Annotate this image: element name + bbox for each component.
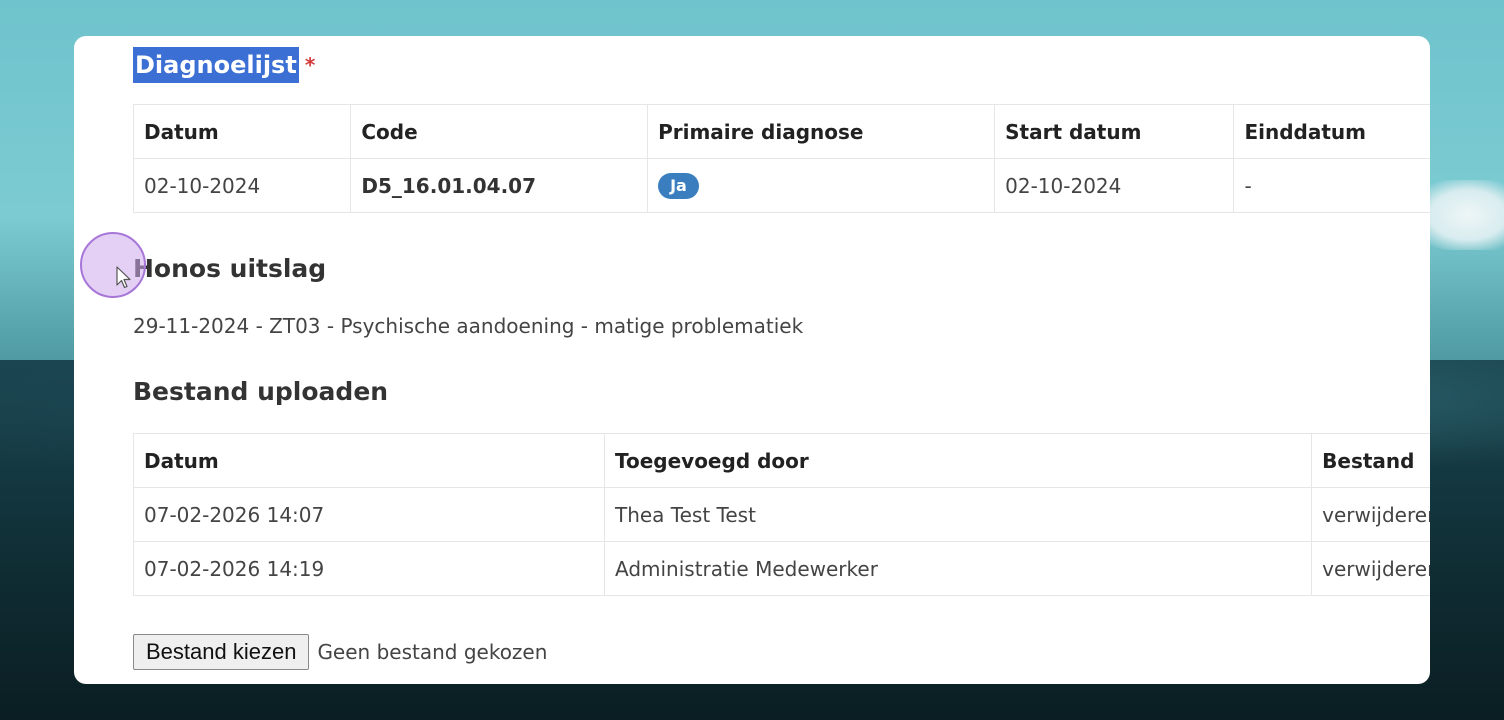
honos-title: Honos uitslag <box>133 254 327 283</box>
cell-primaire: Ja <box>647 158 996 213</box>
choose-file-button[interactable]: Bestand kiezen <box>133 634 310 670</box>
content-panel: Diagnoelijst * Datum Code Primaire diagn… <box>74 36 1430 684</box>
table-row: 07-02-2026 14:19 Administratie Medewerke… <box>133 541 1430 596</box>
header-primaire-diagnose[interactable]: Primaire diagnose <box>647 104 996 159</box>
cell-toegevoegd-door: Administratie Medewerker <box>603 541 1313 596</box>
diagnosis-title-row: Diagnoelijst * <box>133 46 315 84</box>
no-file-label: Geen bestand gekozen <box>317 640 548 664</box>
header-bestand[interactable]: Bestand <box>1311 433 1430 488</box>
diagnosis-header-row: Datum Code Primaire diagnose Start datum… <box>132 104 1430 159</box>
upload-title: Bestand uploaden <box>133 377 389 406</box>
cell-datum: 07-02-2026 14:07 <box>133 487 605 542</box>
cell-code: D5_16.01.04.07 <box>350 158 649 213</box>
table-row[interactable]: 02-10-2024 D5_16.01.04.07 Ja 02-10-2024 … <box>132 158 1430 213</box>
delete-link[interactable]: verwijderen <box>1311 541 1430 596</box>
header-toegevoegd-door[interactable]: Toegevoegd door <box>603 433 1313 488</box>
file-upload-row: Bestand kiezen Geen bestand gekozen <box>133 634 547 670</box>
header-code[interactable]: Code <box>350 104 649 159</box>
upload-header-row: Datum Toegevoegd door Bestand <box>133 433 1430 488</box>
cell-toegevoegd-door: Thea Test Test <box>603 487 1313 542</box>
cell-start-datum: 02-10-2024 <box>994 158 1235 213</box>
upload-table: Datum Toegevoegd door Bestand 07-02-2026… <box>133 433 1430 596</box>
honos-result: 29-11-2024 - ZT03 - Psychische aandoenin… <box>133 314 804 338</box>
required-marker: * <box>304 53 316 77</box>
primary-badge: Ja <box>658 173 699 199</box>
diagnosis-title: Diagnoelijst <box>133 47 299 83</box>
header-einddatum[interactable]: Einddatum <box>1233 104 1430 159</box>
header-start-datum[interactable]: Start datum <box>994 104 1235 159</box>
mouse-pointer-icon <box>116 266 131 289</box>
table-row: 07-02-2026 14:07 Thea Test Test verwijde… <box>133 487 1430 542</box>
cursor-highlight <box>80 232 146 298</box>
cell-einddatum: - <box>1233 158 1430 213</box>
cell-datum: 02-10-2024 <box>132 158 352 213</box>
delete-link[interactable]: verwijderen <box>1311 487 1430 542</box>
header-datum[interactable]: Datum <box>133 433 605 488</box>
diagnosis-table: Datum Code Primaire diagnose Start datum… <box>132 104 1430 213</box>
header-datum[interactable]: Datum <box>132 104 352 159</box>
cell-datum: 07-02-2026 14:19 <box>133 541 605 596</box>
